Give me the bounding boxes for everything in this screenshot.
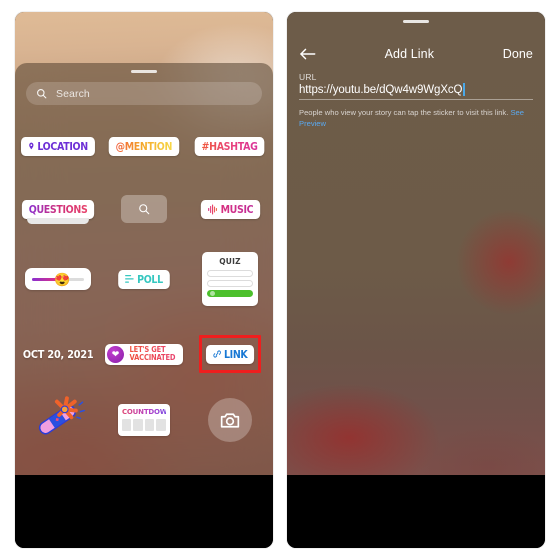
text-caret [463, 83, 465, 96]
sticker-cell: ❤ LET'S GET VACCINATED [101, 343, 187, 365]
sticker-cell: LINK [187, 335, 273, 373]
sticker-cell: @MENTION [101, 136, 187, 156]
sticker-cell [101, 195, 187, 223]
sticker-cell: #HASHTAG [187, 136, 273, 156]
sticker-cell [187, 398, 273, 442]
sticker-label: @MENTION [115, 139, 173, 153]
sticker-poll[interactable]: POLL [118, 269, 170, 289]
vaccinated-line-2: VACCINATED [129, 353, 176, 362]
sticker-cell: QUIZ [187, 252, 273, 306]
sticker-gif-search[interactable] [120, 195, 167, 223]
sticker-location[interactable]: LOCATION [21, 136, 95, 156]
right-bottom-black-bar [287, 475, 545, 548]
sticker-cell: QUESTIONS [15, 199, 101, 224]
sticker-label: POLL [137, 272, 163, 286]
sticker-cell: POLL [101, 269, 187, 289]
url-field-label: URL [299, 72, 317, 82]
countdown-label: COUNTDOWN [121, 408, 173, 416]
flower-bandaid-icon[interactable] [30, 396, 86, 444]
poll-bars-icon [125, 275, 134, 283]
sticker-label: MUSIC [220, 202, 253, 216]
sticker-row-4: OCT 20, 2021 ❤ LET'S GET VACCINATED LINK [15, 329, 273, 379]
quiz-option-correct[interactable] [206, 290, 253, 297]
sticker-label: #HASHTAG [202, 139, 258, 153]
countdown-digit [144, 419, 155, 431]
sticker-cell: OCT 20, 2021 [15, 348, 101, 361]
back-arrow-icon[interactable] [299, 47, 316, 61]
helper-sentence: People who view your story can tap the s… [299, 108, 511, 117]
sticker-countdown[interactable]: COUNTDOWN [117, 404, 173, 436]
sticker-label: LOCATION [37, 139, 88, 153]
sticker-search-bar[interactable]: Search [26, 82, 262, 105]
countdown-digit [121, 419, 132, 431]
sticker-quiz[interactable]: QUIZ [201, 252, 258, 306]
page-title: Add Link [384, 47, 435, 61]
sticker-label: QUESTIONS [28, 202, 88, 216]
link-sticker-highlight [198, 335, 261, 373]
add-link-sheet: Add Link Done URL https://youtu.be/dQw4w… [287, 12, 545, 475]
sticker-row-3: 😍 POLL QUIZ [15, 252, 273, 306]
countdown-digits [121, 419, 166, 431]
right-phone-frame: Add Link Done URL https://youtu.be/dQw4w… [287, 12, 545, 548]
quiz-option[interactable] [206, 280, 253, 287]
screenshot-stage: Search LOCATION @MENTION #HASHTAG QUESTI… [0, 0, 560, 560]
add-link-header: Add Link Done [287, 42, 545, 66]
sticker-hashtag[interactable]: #HASHTAG [195, 136, 265, 156]
sticker-row-1: LOCATION @MENTION #HASHTAG [15, 121, 273, 171]
waveform-icon [207, 204, 217, 214]
search-icon [139, 204, 150, 215]
sheet-drag-handle[interactable] [403, 20, 429, 23]
left-phone-frame: Search LOCATION @MENTION #HASHTAG QUESTI… [15, 12, 273, 548]
url-input-row[interactable]: https://youtu.be/dQw4w9WgXcQ [299, 83, 533, 100]
sticker-mention[interactable]: @MENTION [108, 136, 180, 156]
left-bottom-black-bar [15, 475, 273, 548]
sticker-cell: COUNTDOWN [101, 404, 187, 436]
sticker-row-5: COUNTDOWN [15, 392, 273, 448]
sticker-cell [15, 396, 101, 444]
done-button[interactable]: Done [503, 47, 533, 61]
sticker-music[interactable]: MUSIC [200, 199, 260, 219]
sticker-cell: LOCATION [15, 136, 101, 156]
sticker-vaccinated[interactable]: ❤ LET'S GET VACCINATED [105, 343, 183, 365]
url-helper-text: People who view your story can tap the s… [299, 107, 533, 129]
sticker-emoji-slider[interactable]: 😍 [24, 268, 91, 290]
sticker-cell: MUSIC [187, 199, 273, 219]
sticker-grid: LOCATION @MENTION #HASHTAG QUESTIONS MUS… [15, 118, 273, 475]
tray-drag-handle[interactable] [131, 70, 157, 73]
countdown-digit [156, 419, 166, 431]
camera-icon [220, 412, 240, 428]
search-icon [37, 89, 47, 99]
countdown-digit [133, 419, 143, 431]
sticker-search-input[interactable]: Search [56, 88, 90, 100]
heart-eyes-emoji[interactable]: 😍 [54, 273, 70, 286]
sticker-tray: Search LOCATION @MENTION #HASHTAG QUESTI… [15, 63, 273, 475]
check-icon [209, 291, 215, 296]
sticker-questions[interactable]: QUESTIONS [21, 199, 95, 224]
heart-badge-icon: ❤ [107, 345, 125, 363]
url-input[interactable]: https://youtu.be/dQw4w9WgXcQ [299, 84, 462, 96]
sticker-camera-roll[interactable] [207, 398, 252, 442]
sticker-row-2: QUESTIONS MUSIC [15, 184, 273, 234]
vaccinated-label: LET'S GET VACCINATED [130, 346, 176, 361]
quiz-title: QUIZ [219, 257, 241, 266]
map-pin-icon [29, 142, 34, 150]
sticker-cell: 😍 [15, 268, 101, 290]
sticker-date[interactable]: OCT 20, 2021 [23, 348, 94, 361]
quiz-option[interactable] [206, 270, 253, 277]
